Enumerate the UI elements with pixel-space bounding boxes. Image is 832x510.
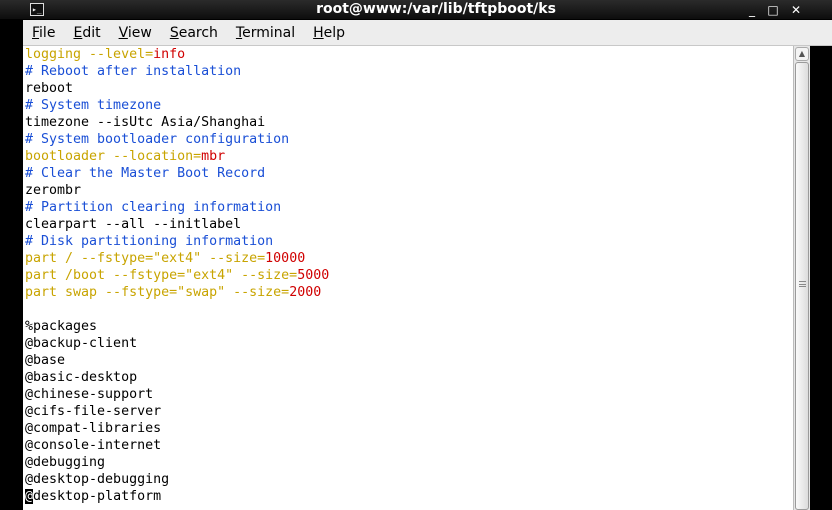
terminal-line: logging --level=info <box>25 46 793 63</box>
line-segment: @debugging <box>25 455 106 470</box>
terminal-line: @desktop-platform <box>25 488 793 505</box>
line-segment: bootloader --location= <box>25 149 202 164</box>
line-segment: clearpart --all --initlabel <box>25 217 242 232</box>
terminal-text-area[interactable]: logging --level=info # Reboot after insta… <box>23 46 793 510</box>
menu-search[interactable]: Search <box>169 23 219 43</box>
line-segment: part swap --fstype="swap" --size= <box>25 285 290 300</box>
menu-view[interactable]: View <box>118 23 153 43</box>
line-segment: # System timezone <box>25 98 162 113</box>
scroll-up-arrow-icon[interactable]: ▲ <box>795 47 809 61</box>
line-segment: part / --fstype="ext4" --size= <box>25 251 266 266</box>
terminal-line: @basic-desktop <box>25 369 793 386</box>
line-segment: # Disk partitioning information <box>25 234 274 249</box>
line-segment: @basic-desktop <box>25 370 138 385</box>
line-segment: 10000 <box>265 251 306 266</box>
line-segment: @desktop-debugging <box>25 472 170 487</box>
terminal-line: # Reboot after installation <box>25 63 793 80</box>
line-segment: mbr <box>201 149 226 164</box>
line-segment: @backup-client <box>25 336 138 351</box>
terminal-line: %packages <box>25 318 793 335</box>
vertical-scrollbar[interactable]: ▲ <box>793 46 810 510</box>
line-segment: zerombr <box>25 183 82 198</box>
terminal-line: @compat-libraries <box>25 420 793 437</box>
window-title: root@www:/var/lib/tftpboot/ks <box>316 1 556 17</box>
line-segment: reboot <box>25 81 74 96</box>
line-segment: # Partition clearing information <box>25 200 282 215</box>
terminal-line: # System bootloader configuration <box>25 131 793 148</box>
line-segment: logging --level= <box>25 47 154 62</box>
line-segment: 5000 <box>297 268 330 283</box>
terminal-line: bootloader --location=mbr <box>25 148 793 165</box>
terminal-line: @backup-client <box>25 335 793 352</box>
line-segment: @compat-libraries <box>25 421 162 436</box>
terminal-line: part / --fstype="ext4" --size=10000 <box>25 250 793 267</box>
minimize-icon[interactable]: _ <box>743 1 761 19</box>
terminal-line: reboot <box>25 80 793 97</box>
desktop-background-left <box>0 20 23 510</box>
terminal-line: timezone --isUtc Asia/Shanghai <box>25 114 793 131</box>
text-cursor: @ <box>25 489 34 504</box>
terminal-line: part swap --fstype="swap" --size=2000 <box>25 284 793 301</box>
terminal-line: # Disk partitioning information <box>25 233 793 250</box>
line-segment: # Reboot after installation <box>25 64 242 79</box>
terminal-line: @console-internet <box>25 437 793 454</box>
line-segment: @console-internet <box>25 438 162 453</box>
terminal-line: # Partition clearing information <box>25 199 793 216</box>
close-icon[interactable]: ✕ <box>787 1 805 19</box>
terminal-line: part /boot --fstype="ext4" --size=5000 <box>25 267 793 284</box>
terminal-line: clearpart --all --initlabel <box>25 216 793 233</box>
line-segment: # Clear the Master Boot Record <box>25 166 266 181</box>
menu-help[interactable]: Help <box>312 23 346 43</box>
terminal-line: @chinese-support <box>25 386 793 403</box>
line-segment: @chinese-support <box>25 387 154 402</box>
terminal-line: zerombr <box>25 182 793 199</box>
line-segment: %packages <box>25 319 98 334</box>
line-segment: # System bootloader configuration <box>25 132 290 147</box>
line-segment: 2000 <box>289 285 322 300</box>
line-segment: info <box>153 47 186 62</box>
terminal-line: @debugging <box>25 454 793 471</box>
menu-file[interactable]: File <box>31 23 56 43</box>
terminal-line: @cifs-file-server <box>25 403 793 420</box>
terminal-line: # Clear the Master Boot Record <box>25 165 793 182</box>
line-segment: @base <box>25 353 66 368</box>
line-segment: @cifs-file-server <box>25 404 162 419</box>
menu-bar: File Edit View Search Terminal Help <box>23 20 832 46</box>
title-bar[interactable]: ▸_ root@www:/var/lib/tftpboot/ks _ □ ✕ <box>0 0 832 20</box>
menu-terminal[interactable]: Terminal <box>235 23 296 43</box>
menu-edit[interactable]: Edit <box>72 23 101 43</box>
terminal-line: @desktop-debugging <box>25 471 793 488</box>
terminal-line: # System timezone <box>25 97 793 114</box>
grip-icon <box>799 281 806 287</box>
maximize-icon[interactable]: □ <box>764 1 782 19</box>
line-segment: desktop-platform <box>33 489 162 504</box>
terminal-line: @base <box>25 352 793 369</box>
line-segment: timezone --isUtc Asia/Shanghai <box>25 115 266 130</box>
desktop-background-right <box>810 46 832 510</box>
line-segment: part /boot --fstype="ext4" --size= <box>25 268 298 283</box>
scrollbar-thumb[interactable] <box>795 62 809 510</box>
